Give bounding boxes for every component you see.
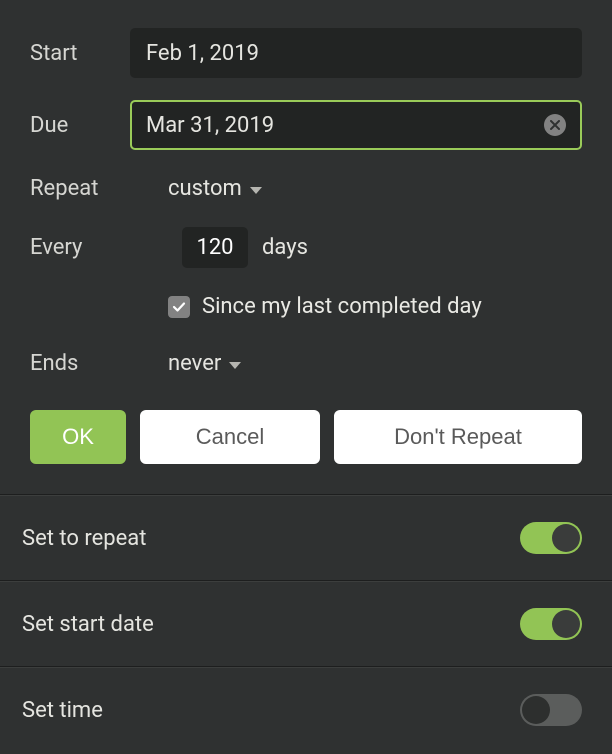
interval-input[interactable]: 120 [182,227,248,268]
ends-dropdown[interactable]: never [168,347,241,380]
due-date-value: Mar 31, 2019 [146,113,274,138]
every-row: Every 120 days [30,227,582,268]
set-start-date-row: Set start date [0,582,612,666]
set-to-repeat-toggle[interactable] [520,522,582,554]
set-start-date-toggle[interactable] [520,608,582,640]
start-date-value: Feb 1, 2019 [146,41,259,66]
set-to-repeat-row: Set to repeat [0,496,612,580]
clear-due-icon[interactable] [544,114,566,136]
set-time-label: Set time [22,698,103,723]
chevron-down-icon [250,187,262,194]
since-last-row: Since my last completed day [168,294,582,319]
cancel-button[interactable]: Cancel [140,410,320,464]
start-date-input[interactable]: Feb 1, 2019 [130,28,582,78]
due-date-input[interactable]: Mar 31, 2019 [130,100,582,150]
every-label: Every [30,235,130,260]
repeat-dropdown[interactable]: custom [168,172,262,205]
ends-value: never [168,351,221,376]
repeat-label: Repeat [30,176,130,201]
repeat-mode-value: custom [168,176,242,201]
set-start-date-label: Set start date [22,612,154,637]
toggle-knob [522,696,550,724]
dont-repeat-button[interactable]: Don't Repeat [334,410,582,464]
set-time-row: Set time [0,668,612,752]
button-row: OK Cancel Don't Repeat [30,410,582,464]
form-section: Start Feb 1, 2019 Due Mar 31, 2019 Repea… [0,0,612,494]
schedule-panel: Start Feb 1, 2019 Due Mar 31, 2019 Repea… [0,0,612,752]
toggle-knob [552,610,580,638]
ok-button[interactable]: OK [30,410,126,464]
ends-row: Ends never [30,347,582,380]
interval-unit: days [262,235,308,260]
since-last-label: Since my last completed day [202,294,482,319]
repeat-row: Repeat custom [30,172,582,205]
ends-label: Ends [30,351,168,376]
start-label: Start [30,41,130,66]
due-row: Due Mar 31, 2019 [30,100,582,150]
due-label: Due [30,113,130,138]
toggle-knob [552,524,580,552]
set-time-toggle[interactable] [520,694,582,726]
chevron-down-icon [229,362,241,369]
set-to-repeat-label: Set to repeat [22,526,146,551]
since-last-checkbox[interactable] [168,296,190,318]
start-row: Start Feb 1, 2019 [30,28,582,78]
